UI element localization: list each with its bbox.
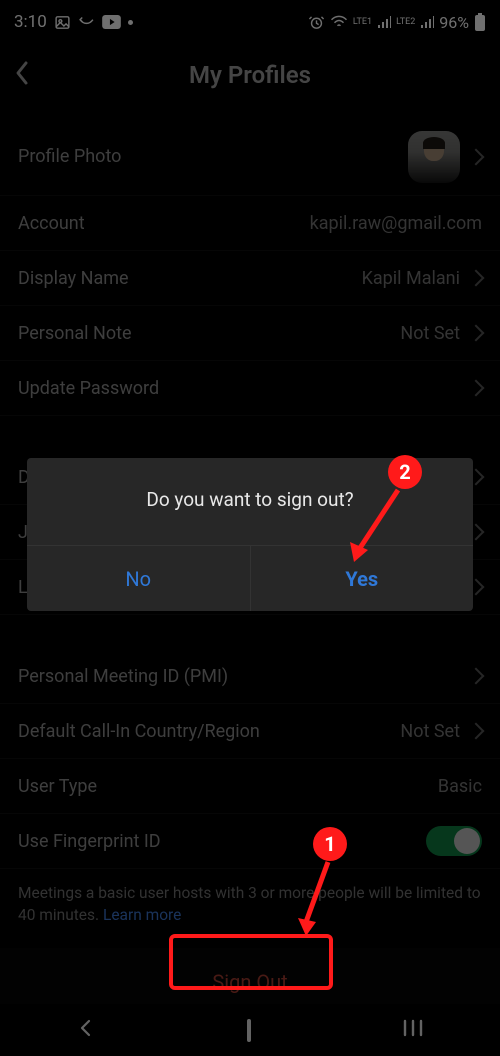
annotation-step-2: 2	[388, 455, 422, 489]
dialog-yes-button[interactable]: Yes	[250, 546, 474, 611]
annotation-box-signout	[169, 934, 333, 990]
dialog-no-button[interactable]: No	[27, 546, 250, 611]
annotation-step-1: 1	[313, 827, 347, 861]
